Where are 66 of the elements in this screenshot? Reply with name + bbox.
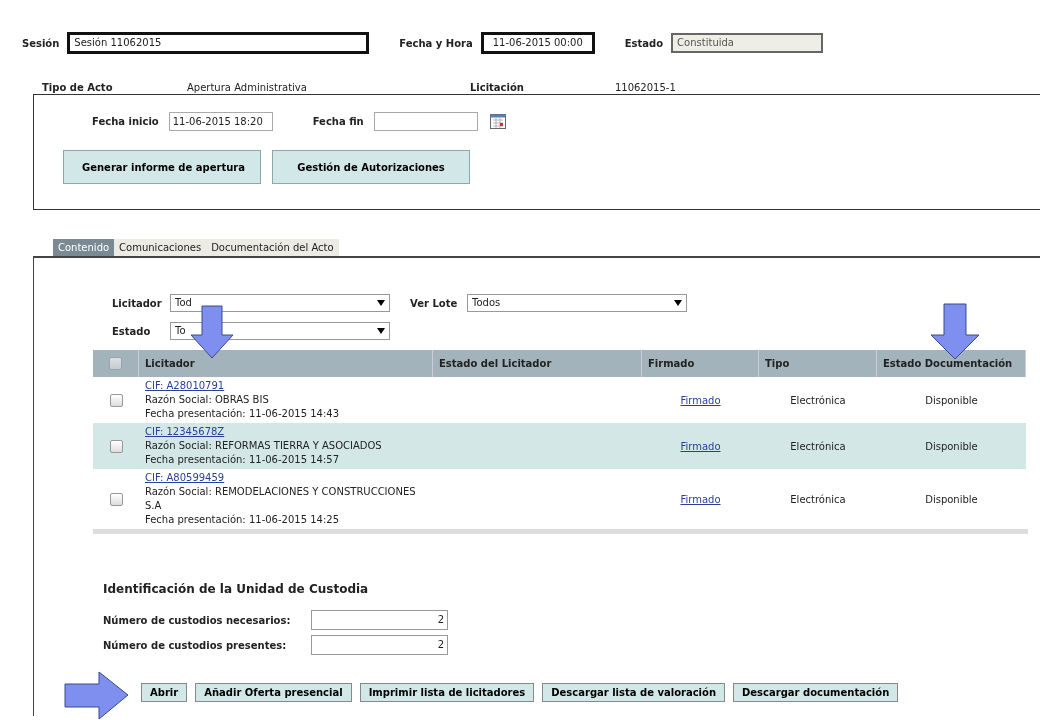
field-label: Número de custodios presentes: <box>103 638 288 653</box>
report-button[interactable]: Generar informe de apertura <box>63 150 261 184</box>
arrow-icon <box>64 671 129 720</box>
filter-select[interactable]: Tod <box>170 294 390 312</box>
table-cell-text: Disponible <box>925 393 978 408</box>
column-header[interactable]: Tipo <box>759 350 877 377</box>
table-cell-text: Electrónica <box>790 492 846 507</box>
submission-date: Fecha presentación: 11-06-2015 14:57 <box>145 453 340 467</box>
signed-link[interactable]: Firmado <box>680 491 721 507</box>
field-label: Número de custodios necesarios: <box>103 613 292 628</box>
field-value: 11062015-1 <box>614 80 676 95</box>
column-header[interactable]: Firmado <box>642 350 759 377</box>
caret-icon[interactable] <box>377 327 385 335</box>
table-cell-text: Disponible <box>925 492 978 507</box>
company-name: Razón Social: OBRAS BIS <box>145 393 270 407</box>
session-field[interactable]: Sesión 11062015 <box>67 32 370 54</box>
calendar-icon[interactable] <box>489 114 506 129</box>
action-button[interactable]: Descargar lista de valoración <box>542 683 726 702</box>
column-header[interactable]: Licitador <box>139 350 433 377</box>
tab[interactable]: Documentación del Acto <box>206 239 339 256</box>
action-button[interactable]: Imprimir lista de licitadores <box>359 683 535 702</box>
submission-date: Fecha presentación: 11-06-2015 14:25 <box>145 513 340 527</box>
checkbox[interactable] <box>109 492 123 506</box>
date-time-field[interactable]: 11-06-2015 00:00 <box>480 32 595 54</box>
column-header[interactable]: Estado del Licitador <box>433 350 642 377</box>
field-label: Fecha fin <box>312 115 364 129</box>
field-label: Sesión <box>22 36 60 51</box>
filter-select[interactable]: Todos <box>467 294 687 312</box>
table-cell-text: Disponible <box>925 439 978 454</box>
field-label: Tipo de Acto <box>42 80 114 95</box>
filter-label: Estado <box>112 324 152 339</box>
signed-link[interactable]: Firmado <box>680 392 721 408</box>
field-label: Fecha y Hora <box>399 36 473 51</box>
date-field[interactable] <box>373 112 478 131</box>
caret-icon[interactable] <box>377 299 385 307</box>
cif-link[interactable]: CIF: A80599459 <box>145 471 225 485</box>
cif-link[interactable]: CIF: A28010791 <box>145 379 225 393</box>
checkbox[interactable] <box>109 439 123 453</box>
field-label: Estado <box>624 36 664 51</box>
number-field[interactable]: 2 <box>311 635 448 655</box>
field-value: Apertura Administrativa <box>187 80 307 95</box>
action-button[interactable]: Abrir <box>141 683 188 702</box>
company-name: Razón Social: REFORMAS TIERRA Y ASOCIADOS <box>145 439 383 453</box>
action-button[interactable]: Añadir Oferta presencial <box>195 683 352 702</box>
cif-link[interactable]: CIF: 12345678Z <box>145 425 225 439</box>
submission-date: Fecha presentación: 11-06-2015 14:43 <box>145 407 340 421</box>
filter-label: Ver Lote <box>410 296 459 311</box>
tab[interactable]: Comunicaciones <box>114 239 207 256</box>
field-label: Licitación <box>469 80 525 95</box>
caret-icon[interactable] <box>674 299 682 307</box>
arrow-icon <box>930 303 980 360</box>
section-title: Identificación de la Unidad de Custodia <box>103 581 369 598</box>
filter-label: Licitador <box>112 296 163 311</box>
signed-link[interactable]: Firmado <box>680 438 721 454</box>
checkbox[interactable] <box>109 393 123 407</box>
company-name: Razón Social: REMODELACIONES Y CONSTRUCCIONES S.A <box>145 485 417 513</box>
action-button[interactable]: Descargar documentación <box>733 683 899 702</box>
date-field[interactable]: 11-06-2015 18:20 <box>168 112 273 131</box>
number-field[interactable]: 2 <box>311 610 448 630</box>
column-header[interactable]: Estado Documentación <box>877 350 1026 377</box>
field-label: Fecha inicio <box>92 115 159 129</box>
arrow-icon <box>190 305 234 359</box>
table-cell-text: Electrónica <box>790 439 846 454</box>
table-cell-text: Electrónica <box>790 393 846 408</box>
tab[interactable]: Contenido <box>53 239 115 256</box>
report-button[interactable]: Gestión de Autorizaciones <box>272 150 470 184</box>
